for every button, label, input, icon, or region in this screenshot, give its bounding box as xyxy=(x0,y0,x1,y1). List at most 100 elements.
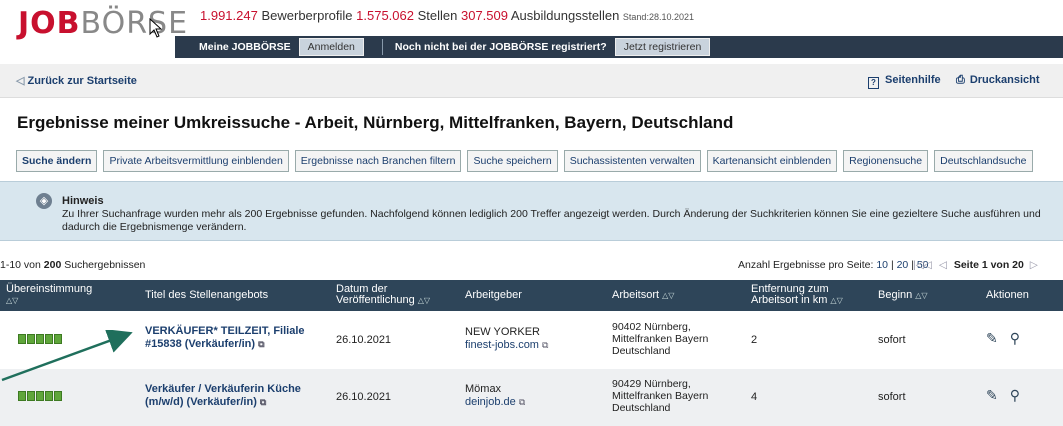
employer-name: NEW YORKER xyxy=(465,326,540,338)
print-label: Druckansicht xyxy=(969,74,1040,86)
stats-line: 1.991.247 Bewerberprofile 1.575.062 Stel… xyxy=(200,8,694,23)
login-button[interactable]: Anmelden xyxy=(298,38,364,56)
register-button[interactable]: Jetzt registrieren xyxy=(614,38,711,56)
results-total: 200 xyxy=(43,259,62,271)
col-start[interactable]: Beginn △▽ xyxy=(878,290,928,301)
col-employer[interactable]: Arbeitgeber xyxy=(465,290,522,301)
notice-title: Hinweis xyxy=(62,195,104,207)
results-table-header: Übereinstimmung △▽ Titel des Stellenange… xyxy=(0,280,1063,311)
map-marker-icon[interactable]: ⚲ xyxy=(1010,387,1020,404)
page-info: Seite 1 von 20 xyxy=(953,259,1024,271)
external-link-icon: ⧉ xyxy=(258,339,265,349)
sort-icon[interactable]: △▽ xyxy=(915,291,927,300)
col-date-label-2: Veröffentlichung xyxy=(336,294,415,306)
location-line-2: Mittelfranken Bayern xyxy=(612,390,709,402)
first-page-icon[interactable]: |◁◁ xyxy=(913,259,932,271)
top-account-bar: Meine JOBBÖRSE Anmelden Noch nicht bei d… xyxy=(175,36,1063,58)
filter-by-industry-button[interactable]: Ergebnisse nach Branchen filtern xyxy=(294,150,462,172)
col-location-label: Arbeitsort xyxy=(612,289,660,301)
save-search-button[interactable]: Suche speichern xyxy=(467,150,558,172)
col-match[interactable]: Übereinstimmung △▽ xyxy=(6,284,92,306)
results-suffix: Suchergebnissen xyxy=(64,259,146,271)
results-count: 1-10 von 200 Suchergebnissen xyxy=(0,259,145,271)
page-title: Ergebnisse meiner Umkreissuche - Arbeit,… xyxy=(17,113,734,132)
private-placement-button[interactable]: Private Arbeitsvermittlung einblenden xyxy=(103,150,289,172)
job-location: 90402 Nürnberg, Mittelfranken Bayern Deu… xyxy=(612,321,708,357)
per-page-20[interactable]: 20 xyxy=(897,259,909,271)
sort-icon[interactable]: △▽ xyxy=(830,296,842,305)
col-actions-label: Aktionen xyxy=(986,289,1029,301)
notice-text: Zu Ihrer Suchanfrage wurden mehr als 200… xyxy=(62,208,1041,233)
employer-link[interactable]: deinjob.de ⧉ xyxy=(465,396,525,408)
per-page-10[interactable]: 10 xyxy=(876,259,888,271)
table-row[interactable]: VERKÄUFER* TEILZEIT, Filiale #15838 (Ver… xyxy=(0,312,1063,369)
results-range: 1-10 von xyxy=(0,259,41,271)
profiles-label: Bewerberprofile xyxy=(261,8,353,23)
map-marker-icon[interactable]: ⚲ xyxy=(1010,330,1020,347)
job-title-line-1: VERKÄUFER* TEILZEIT, Filiale xyxy=(145,325,305,337)
back-link[interactable]: ◁ Zurück zur Startseite xyxy=(16,74,137,87)
sort-icon[interactable]: △▽ xyxy=(6,296,18,305)
show-map-view-button[interactable]: Kartenansicht einblenden xyxy=(706,150,838,172)
job-location: 90429 Nürnberg, Mittelfranken Bayern Deu… xyxy=(612,378,708,414)
help-label: Seitenhilfe xyxy=(885,74,941,86)
location-line-3: Deutschland xyxy=(612,345,671,357)
job-title-line-2: #15838 (Verkäufer/in) xyxy=(145,338,256,350)
col-actions: Aktionen xyxy=(986,290,1029,301)
table-row[interactable]: Verkäufer / Verkäuferin Küche (m/w/d) (V… xyxy=(0,369,1063,426)
print-link[interactable]: ⎙ Druckansicht xyxy=(956,74,1040,87)
apprentice-label: Ausbildungsstellen xyxy=(510,8,620,23)
distance-km: 2 xyxy=(751,334,758,346)
match-score-bars xyxy=(18,391,62,401)
not-registered-label: Noch nicht bei der JOBBÖRSE registriert? xyxy=(394,41,607,53)
row-actions: ✎ ⚲ xyxy=(986,330,1020,347)
distance-km: 4 xyxy=(751,391,758,403)
logo-job: JOB xyxy=(18,6,81,41)
jobs-count: 1.575.062 xyxy=(356,8,414,23)
sort-icon[interactable]: △▽ xyxy=(418,296,430,305)
stand-date: Stand:28.10.2021 xyxy=(622,12,694,22)
row-actions: ✎ ⚲ xyxy=(986,387,1020,404)
col-distance-label-2: Arbeitsort in km xyxy=(751,294,828,306)
help-icon: ? xyxy=(868,77,879,89)
nav-row: ◁ Zurück zur Startseite ? Seitenhilfe ⎙ Dru… xyxy=(0,64,1063,98)
col-start-label: Beginn xyxy=(878,289,913,301)
location-line-1: 90429 Nürnberg, xyxy=(612,378,691,390)
location-line-1: 90402 Nürnberg, xyxy=(612,321,691,333)
per-page-selector: Anzahl Ergebnisse pro Seite: 10 | 20 | 5… xyxy=(738,259,929,271)
my-jobboerse-label: Meine JOBBÖRSE xyxy=(199,41,291,53)
germany-search-button[interactable]: Deutschlandsuche xyxy=(934,150,1033,172)
employer-link-label: deinjob.de xyxy=(465,396,516,408)
employer: Mömax deinjob.de ⧉ xyxy=(465,383,525,409)
col-title-label: Titel des Stellenangebots xyxy=(145,289,269,301)
pin-icon[interactable]: ✎ xyxy=(986,330,998,347)
job-title-link[interactable]: Verkäufer / Verkäuferin Küche (m/w/d) (V… xyxy=(145,383,301,409)
col-location[interactable]: Arbeitsort △▽ xyxy=(612,290,674,301)
pagination: |◁◁ ◁ Seite 1 von 20 ▷ xyxy=(913,259,1042,271)
per-page-label: Anzahl Ergebnisse pro Seite: xyxy=(738,259,874,271)
location-line-3: Deutschland xyxy=(612,402,671,414)
region-search-button[interactable]: Regionensuche xyxy=(843,150,929,172)
change-search-button[interactable]: Suche ändern xyxy=(16,150,98,172)
match-score-bars xyxy=(18,334,62,344)
col-match-label: Übereinstimmung xyxy=(6,283,93,295)
employer: NEW YORKER finest-jobs.com ⧉ xyxy=(465,326,548,352)
start-date: sofort xyxy=(878,391,906,403)
col-distance[interactable]: Entfernung zum Arbeitsort in km △▽ xyxy=(751,284,843,306)
external-link-icon: ⧉ xyxy=(542,340,549,350)
next-page-icon[interactable]: ▷ xyxy=(1030,259,1038,271)
location-line-2: Mittelfranken Bayern xyxy=(612,333,709,345)
publish-date: 26.10.2021 xyxy=(336,334,392,346)
job-title-link[interactable]: VERKÄUFER* TEILZEIT, Filiale #15838 (Ver… xyxy=(145,325,305,351)
manage-search-assistants-button[interactable]: Suchassistenten verwalten xyxy=(563,150,701,172)
apprentice-count: 307.509 xyxy=(460,8,508,23)
back-link-label: Zurück zur Startseite xyxy=(27,75,137,87)
prev-page-icon[interactable]: ◁ xyxy=(939,259,947,271)
col-date[interactable]: Datum der Veröffentlichung △▽ xyxy=(336,284,430,306)
col-title[interactable]: Titel des Stellenangebots xyxy=(145,290,268,301)
info-icon: ◈ xyxy=(36,193,52,209)
help-link[interactable]: ? Seitenhilfe xyxy=(868,74,941,89)
pin-icon[interactable]: ✎ xyxy=(986,387,998,404)
employer-link[interactable]: finest-jobs.com ⧉ xyxy=(465,339,548,351)
sort-icon[interactable]: △▽ xyxy=(662,291,674,300)
